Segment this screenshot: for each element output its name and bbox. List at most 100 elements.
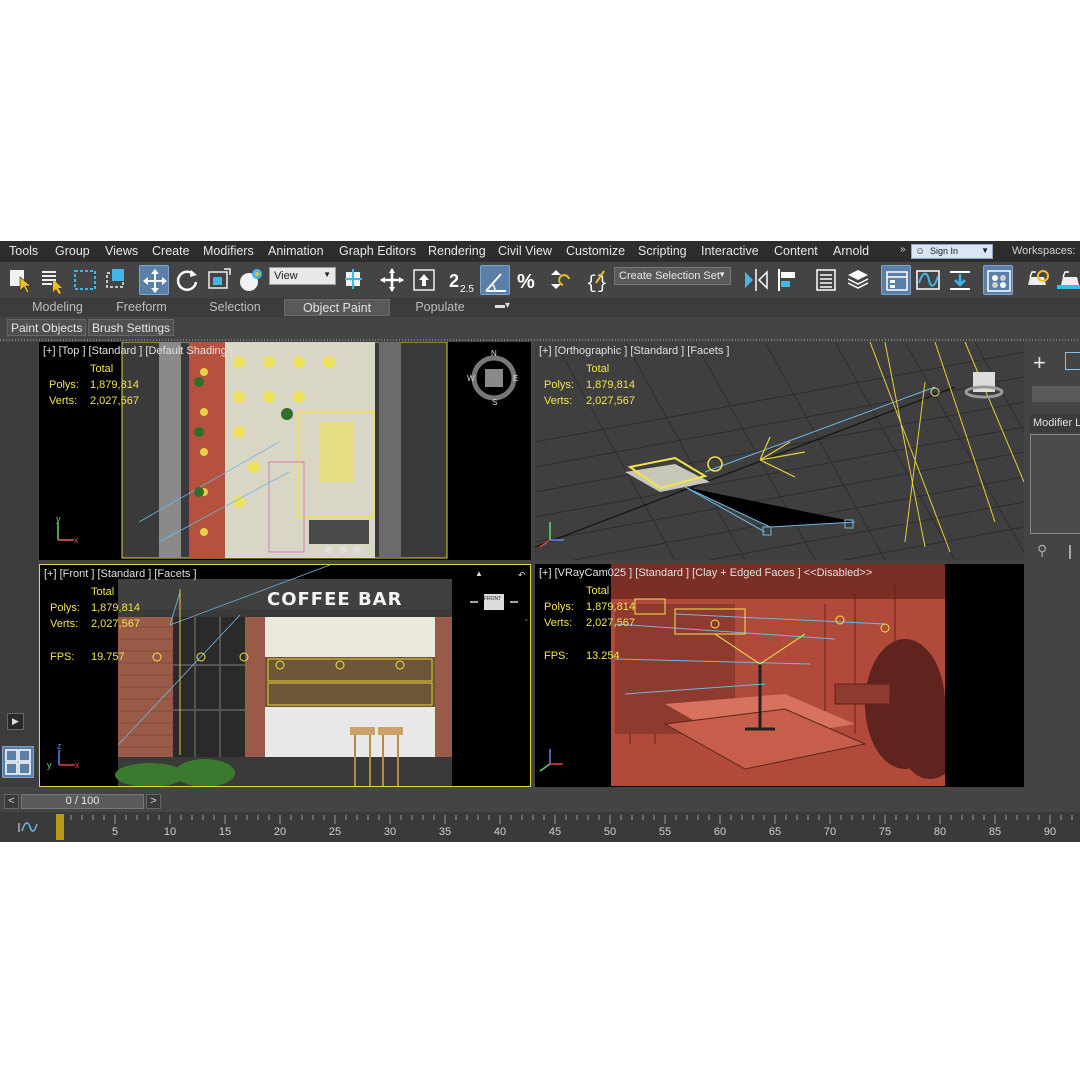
ribbon-options-icon[interactable]: ▬▾: [495, 300, 510, 311]
menu-animation[interactable]: Animation: [268, 244, 324, 258]
prev-frame-button[interactable]: <: [4, 794, 19, 809]
pin-stack-icon[interactable]: ⚲: [1037, 542, 1047, 559]
reference-coordinate-dropdown[interactable]: View ▼: [269, 267, 336, 285]
stats-total: Total: [586, 363, 610, 375]
menu-views[interactable]: Views: [105, 244, 138, 258]
verts-label: Verts:: [544, 395, 573, 407]
ruler-tick-label: 45: [548, 826, 562, 838]
viewport-front-label[interactable]: [+] [Front ] [Standard ] [Facets ]: [44, 568, 197, 580]
curve-editor-icon[interactable]: [913, 265, 943, 295]
next-frame-button[interactable]: >: [146, 794, 161, 809]
current-frame-marker[interactable]: [56, 814, 64, 840]
menu-create[interactable]: Create: [152, 244, 190, 258]
viewport-top[interactable]: N S E W y x [+] [Top ] [Standard ] [Defau…: [39, 342, 531, 560]
menu-graph-editors[interactable]: Graph Editors: [339, 244, 416, 258]
select-and-scale-icon[interactable]: [204, 265, 234, 295]
ruler-tick-label: 90: [1043, 826, 1057, 838]
menu-rendering[interactable]: Rendering: [428, 244, 486, 258]
select-object-icon[interactable]: [5, 265, 35, 295]
menu-arnold[interactable]: Arnold: [833, 244, 869, 258]
time-slider-bar: < 0 / 100 >: [0, 791, 1080, 812]
ruler-tick-label: 65: [768, 826, 782, 838]
mirror-icon[interactable]: [741, 265, 771, 295]
ruler-tick-label: 20: [273, 826, 287, 838]
modifier-stack[interactable]: [1030, 434, 1080, 534]
layer-explorer-icon[interactable]: [843, 265, 873, 295]
placement-icon[interactable]: [236, 265, 266, 295]
tab-object-paint[interactable]: Object Paint: [284, 299, 390, 316]
selection-set-label: Create Selection Set: [619, 270, 720, 282]
viewport-ortho-label[interactable]: [+] [Orthographic ] [Standard ] [Facets …: [539, 345, 729, 357]
svg-text:◦: ◦: [525, 617, 527, 624]
create-tab-icon[interactable]: +: [1033, 350, 1046, 376]
curve-editor-mini-icon[interactable]: [18, 821, 38, 833]
select-by-name-icon[interactable]: [37, 265, 67, 295]
select-and-move-icon[interactable]: [139, 265, 169, 295]
render-setup-icon[interactable]: [1022, 265, 1052, 295]
toggle-ribbon-icon[interactable]: [881, 265, 911, 295]
object-name-field[interactable]: [1032, 386, 1080, 402]
time-slider[interactable]: 0 / 100: [21, 794, 144, 809]
viewport-front[interactable]: ◦ ▲ ↶ zy x COFFEE BAR FRONT [+] [Front ] …: [39, 564, 531, 787]
tab-populate[interactable]: Populate: [404, 299, 476, 316]
modify-tab-icon[interactable]: [1065, 352, 1080, 370]
viewcube-front-label[interactable]: FRONT: [484, 596, 501, 602]
menu-group[interactable]: Group: [55, 244, 90, 258]
viewport-layout-tab-bar: ▶: [0, 342, 38, 787]
tab-selection[interactable]: Selection: [196, 299, 274, 316]
fps-value: 13.254: [586, 650, 620, 662]
viewport-layout-icon[interactable]: [2, 746, 34, 778]
menu-civil-view[interactable]: Civil View: [498, 244, 552, 258]
sign-in-dropdown[interactable]: ☺ Sign In ▼: [911, 244, 993, 259]
viewport-orthographic[interactable]: [+] [Orthographic ] [Standard ] [Facets …: [535, 342, 1024, 560]
snaps-toggle-icon[interactable]: 2 2.5: [446, 265, 476, 295]
tab-freeform[interactable]: Freeform: [104, 299, 179, 316]
menu-tools[interactable]: Tools: [9, 244, 38, 258]
polys-count: 1,879,814: [90, 379, 139, 391]
use-pivot-center-icon[interactable]: [340, 265, 370, 295]
menu-customize[interactable]: Customize: [566, 244, 625, 258]
window-crossing-icon[interactable]: [101, 265, 131, 295]
menu-overflow-icon[interactable]: »: [900, 244, 906, 255]
modifier-list-dropdown[interactable]: Modifier L: [1030, 414, 1080, 432]
menu-scripting[interactable]: Scripting: [638, 244, 687, 258]
viewport-camera-label[interactable]: [+] [VRayCam025 ] [Standard ] [Clay + Ed…: [539, 567, 872, 579]
track-bar[interactable]: 051015202530354045505560657075808590: [0, 812, 1080, 842]
create-selection-set-dropdown[interactable]: Create Selection Set ▼: [614, 267, 731, 285]
svg-text:y: y: [47, 760, 52, 770]
ruler-tick-label: 10: [163, 826, 177, 838]
ruler-tick-label: 80: [933, 826, 947, 838]
coffee-bar-sign: COFFEE BAR: [267, 589, 403, 610]
align-icon[interactable]: [774, 265, 804, 295]
select-and-manipulate-icon[interactable]: [377, 265, 407, 295]
stack-divider-icon: [1069, 545, 1075, 559]
stats-total: Total: [586, 585, 610, 597]
brush-settings-panel[interactable]: Brush Settings: [88, 319, 175, 336]
select-and-rotate-icon[interactable]: [172, 265, 202, 295]
rect-selection-region-icon[interactable]: [70, 265, 100, 295]
keyboard-shortcut-override-icon[interactable]: [409, 265, 439, 295]
scene-explorer-icon[interactable]: [811, 265, 841, 295]
polys-label: Polys:: [50, 602, 80, 614]
menu-interactive[interactable]: Interactive: [701, 244, 759, 258]
spinner-snap-icon[interactable]: [543, 265, 573, 295]
viewport-camera[interactable]: [+] [VRayCam025 ] [Standard ] [Clay + Ed…: [535, 564, 1024, 787]
edit-named-selection-icon[interactable]: {}: [582, 265, 612, 295]
render-production-icon[interactable]: [1055, 265, 1080, 295]
paint-objects-panel[interactable]: Paint Objects: [7, 319, 87, 336]
compass-n: N: [491, 349, 497, 358]
schematic-view-icon[interactable]: [945, 265, 975, 295]
compass-e: E: [513, 374, 518, 383]
ruler-tick-label: 55: [658, 826, 672, 838]
angle-snap-icon[interactable]: [480, 265, 510, 295]
menu-modifiers[interactable]: Modifiers: [203, 244, 254, 258]
chevron-down-icon: ▼: [323, 270, 331, 279]
material-editor-icon[interactable]: [983, 265, 1013, 295]
percent-snap-icon[interactable]: %: [512, 265, 542, 295]
viewport-top-label[interactable]: [+] [Top ] [Standard ] [Default Shading …: [43, 345, 233, 357]
menu-content[interactable]: Content: [774, 244, 818, 258]
expand-layouts-button[interactable]: ▶: [7, 713, 24, 730]
tab-modeling[interactable]: Modeling: [20, 299, 95, 316]
svg-text:%: %: [517, 271, 535, 293]
track-ruler[interactable]: 051015202530354045505560657075808590: [55, 812, 1080, 842]
